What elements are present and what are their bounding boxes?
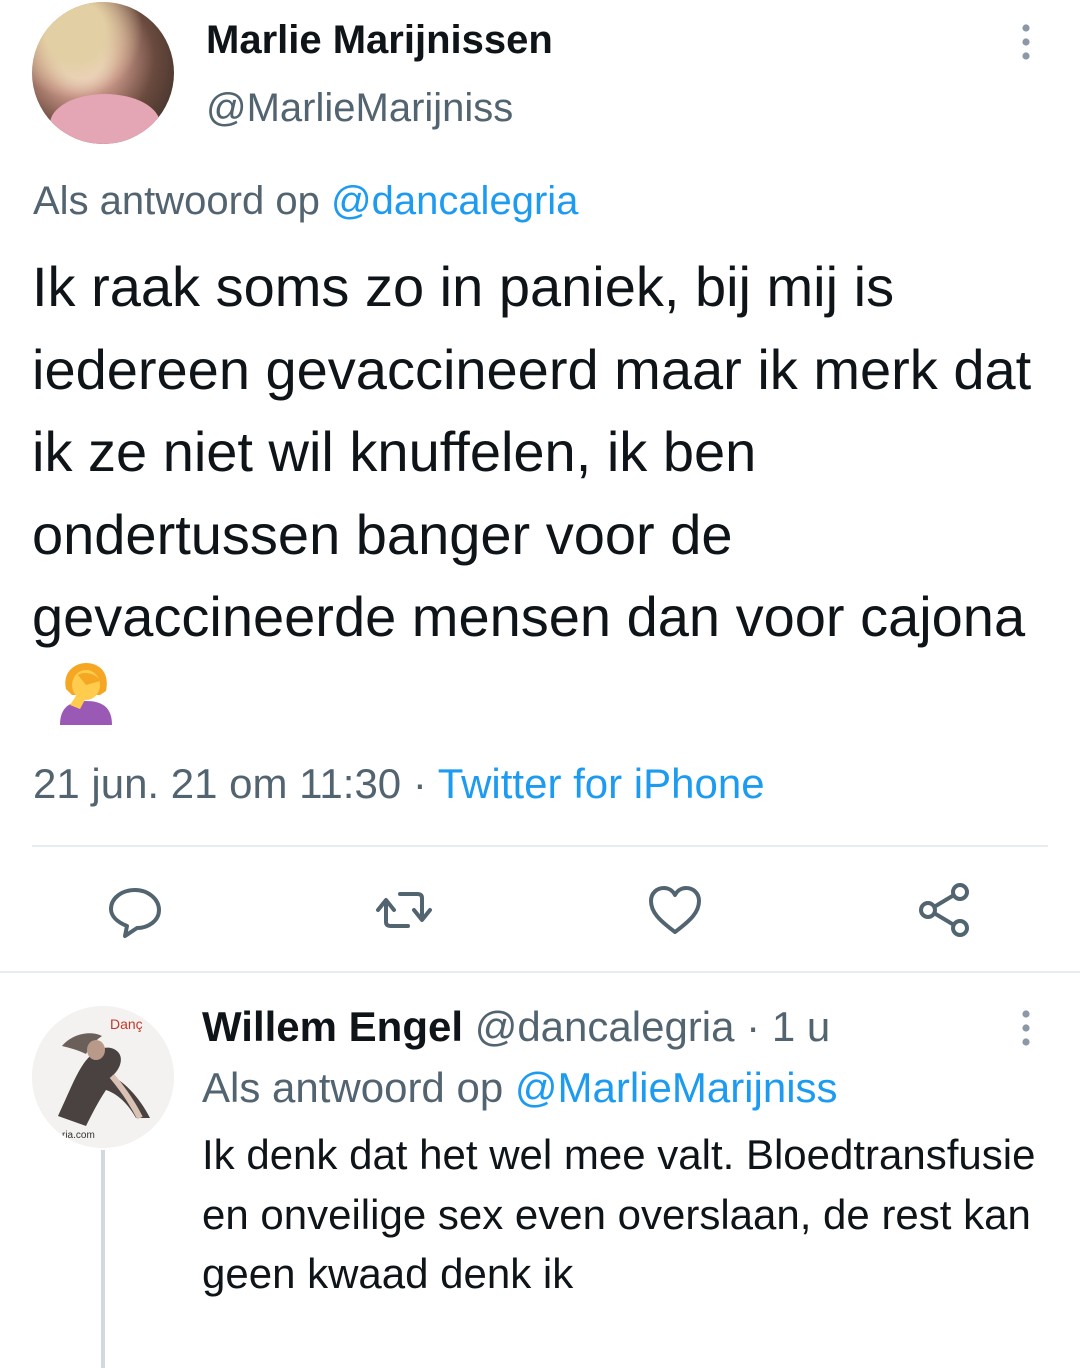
author-avatar[interactable] (32, 2, 174, 144)
reply-text: Ik denk dat het wel mee valt. Bloedtrans… (202, 1131, 1036, 1297)
tweet-text: Ik raak soms zo in paniek, bij mij is ie… (32, 246, 1042, 741)
tweet-body: Ik raak soms zo in paniek, bij mij is ie… (32, 255, 1032, 648)
reply-icon[interactable] (105, 880, 165, 940)
reply-separator: · (746, 1003, 761, 1050)
author-handle[interactable]: @MarlieMarijniss (206, 82, 513, 134)
reply-author-avatar[interactable]: Danç ria.com (32, 1006, 174, 1148)
reply-handle-link[interactable]: @MarlieMarijniss (515, 1064, 838, 1111)
retweet-icon[interactable] (374, 880, 434, 940)
divider (32, 845, 1048, 847)
divider (0, 971, 1080, 973)
reply-prefix: Als antwoord op (33, 179, 320, 223)
reply-context: Als antwoord op @MarlieMarijniss (202, 1060, 838, 1116)
tweet-source-link[interactable]: Twitter for iPhone (438, 760, 765, 807)
avatar-logo-text: Danç (110, 1016, 143, 1032)
reply-header: Willem Engel @dancalegria · 1 u (202, 1000, 830, 1054)
reply-handle-link[interactable]: @dancalegria (331, 179, 578, 223)
thread-line (101, 1150, 105, 1368)
tweet-meta: 21 jun. 21 om 11:30 · Twitter for iPhone (33, 756, 765, 812)
reply-author-name[interactable]: Willem Engel (202, 1003, 463, 1050)
share-icon[interactable] (914, 880, 974, 940)
avatar-footer-text: ria.com (62, 1130, 95, 1141)
author-name[interactable]: Marlie Marijnissen (206, 14, 553, 66)
reply-context: Als antwoord op @dancalegria (33, 174, 578, 228)
tweet-timestamp[interactable]: 21 jun. 21 om 11:30 (33, 760, 401, 807)
meta-separator: · (412, 760, 427, 807)
more-options-icon[interactable] (1012, 1006, 1040, 1050)
reply-author-handle[interactable]: @dancalegria (475, 1003, 735, 1050)
woman-facepalming-icon (60, 662, 112, 725)
reply-time[interactable]: 1 u (772, 1003, 830, 1050)
reply-prefix: Als antwoord op (202, 1064, 504, 1111)
more-options-icon[interactable] (1012, 20, 1040, 64)
like-icon[interactable] (645, 880, 705, 940)
dancer-photo-icon (32, 1006, 174, 1148)
